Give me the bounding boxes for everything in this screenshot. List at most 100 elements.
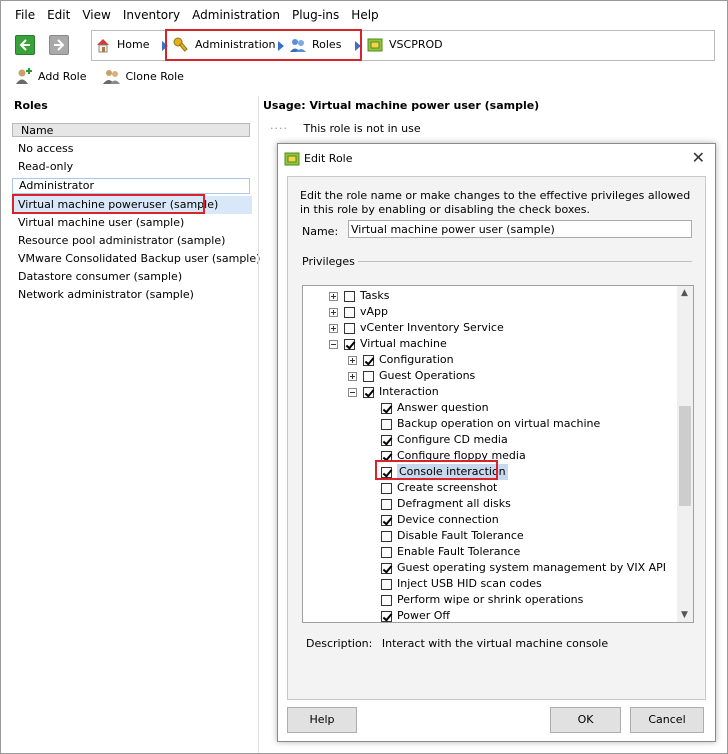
checkbox[interactable]	[344, 290, 355, 302]
application-window: File Edit View Inventory Administration …	[0, 0, 728, 754]
checkbox-checked[interactable]	[381, 514, 392, 526]
expand-icon[interactable]	[348, 371, 357, 381]
collapse-icon[interactable]	[329, 339, 338, 349]
checkbox-checked[interactable]	[381, 562, 392, 574]
role-item[interactable]: Administrator	[12, 178, 250, 194]
checkbox[interactable]	[344, 322, 355, 334]
tree-item-label: Guest Operations	[379, 369, 476, 382]
expand-icon[interactable]	[329, 307, 338, 317]
role-item[interactable]: VMware Consolidated Backup user (sample)	[12, 250, 260, 268]
checkbox[interactable]	[381, 418, 392, 430]
tree-item-privilege[interactable]: Answer question	[381, 400, 489, 416]
scrollbar-thumb[interactable]	[679, 406, 691, 506]
role-item[interactable]: No access	[12, 140, 252, 158]
tree-item-privilege[interactable]: Defragment all disks	[381, 496, 511, 512]
checkbox[interactable]	[381, 498, 392, 510]
role-item[interactable]: Read-only	[12, 158, 252, 176]
tree-item-label: Tasks	[360, 289, 390, 302]
forward-button[interactable]	[49, 35, 69, 55]
tree-item-privilege[interactable]: Configure CD media	[381, 432, 508, 448]
tree-item-vcenter-inventory[interactable]: vCenter Inventory Service	[329, 320, 504, 336]
menu-help[interactable]: Help	[345, 5, 384, 25]
checkbox[interactable]	[381, 530, 392, 542]
role-item[interactable]: Datastore consumer (sample)	[12, 268, 252, 286]
clone-role-button[interactable]: Clone Role	[102, 67, 184, 85]
scroll-down-icon[interactable]: ▼	[681, 610, 688, 620]
tree-item-tasks[interactable]: Tasks	[329, 288, 389, 304]
dialog-title-bar[interactable]: Edit Role ✕	[278, 144, 715, 174]
checkbox-checked[interactable]	[381, 610, 392, 622]
tree-scrollbar[interactable]: ▲ ▼	[677, 286, 693, 622]
tree-item-privilege[interactable]: Device connection	[381, 512, 499, 528]
checkbox[interactable]	[381, 546, 392, 558]
breadcrumb-server[interactable]: VSCPROD	[367, 37, 443, 53]
role-item[interactable]: Resource pool administrator (sample)	[12, 232, 252, 250]
tree-item-label: Answer question	[397, 401, 489, 414]
menu-administration[interactable]: Administration	[186, 5, 286, 25]
expand-icon[interactable]	[329, 291, 338, 301]
checkbox-checked[interactable]	[344, 338, 355, 350]
tree-item-guest-operations[interactable]: Guest Operations	[348, 368, 475, 384]
checkbox-checked[interactable]	[381, 402, 392, 414]
menu-inventory[interactable]: Inventory	[117, 5, 186, 25]
ok-button[interactable]: OK	[550, 707, 621, 733]
dialog-instructions: Edit the role name or make changes to th…	[300, 189, 691, 216]
breadcrumb-home[interactable]: Home	[95, 37, 149, 53]
collapse-icon[interactable]	[348, 387, 357, 397]
tree-item-vapp[interactable]: vApp	[329, 304, 388, 320]
tree-item-interaction[interactable]: Interaction	[348, 384, 439, 400]
expand-icon[interactable]	[348, 355, 357, 365]
toolbar: Add Role Clone Role	[15, 65, 200, 87]
tree-item-privilege[interactable]: Guest operating system management by VIX…	[381, 560, 666, 576]
privileges-label: Privileges	[302, 255, 355, 268]
tree-item-privilege[interactable]: Perform wipe or shrink operations	[381, 592, 583, 608]
role-name-input[interactable]: Virtual machine power user (sample)	[348, 220, 692, 238]
privileges-divider	[358, 261, 692, 262]
tree-item-privilege[interactable]: Enable Fault Tolerance	[381, 544, 520, 560]
help-button[interactable]: Help	[287, 707, 357, 733]
vcenter-server-icon	[367, 38, 383, 52]
tree-item-configuration[interactable]: Configuration	[348, 352, 454, 368]
tree-item-label: Power Off	[397, 609, 450, 622]
add-role-button[interactable]: Add Role	[15, 67, 87, 85]
checkbox[interactable]	[381, 482, 392, 494]
checkbox[interactable]	[344, 306, 355, 318]
close-icon[interactable]: ✕	[692, 150, 705, 166]
menu-plugins[interactable]: Plug-ins	[286, 5, 345, 25]
tree-item-privilege[interactable]: Power Off	[381, 608, 450, 622]
roles-pane-title: Roles	[14, 99, 48, 112]
expand-icon[interactable]	[329, 323, 338, 333]
cancel-button[interactable]: Cancel	[630, 707, 704, 733]
tree-item-privilege[interactable]: Disable Fault Tolerance	[381, 528, 524, 544]
tree-item-virtual-machine[interactable]: Virtual machine	[329, 336, 447, 352]
tree-item-privilege[interactable]: Create screenshot	[381, 480, 497, 496]
tree-item-label: Backup operation on virtual machine	[397, 417, 601, 430]
menu-edit[interactable]: Edit	[41, 5, 76, 25]
checkbox[interactable]	[363, 370, 374, 382]
menu-view[interactable]: View	[76, 5, 116, 25]
usage-title: Usage: Virtual machine power user (sampl…	[263, 99, 540, 112]
tree-item-label: Configure CD media	[397, 433, 508, 446]
back-button[interactable]	[15, 35, 35, 55]
scroll-up-icon[interactable]: ▲	[681, 288, 688, 298]
pane-divider[interactable]	[258, 96, 259, 753]
menu-file[interactable]: File	[2, 5, 41, 25]
column-header-name[interactable]: Name	[12, 123, 250, 137]
name-label: Name:	[302, 225, 339, 238]
tree-item-label: Virtual machine	[360, 337, 447, 350]
tree-item-label: Device connection	[397, 513, 499, 526]
tree-item-privilege[interactable]: Backup operation on virtual machine	[381, 416, 600, 432]
checkbox[interactable]	[381, 594, 392, 606]
clone-role-icon	[102, 70, 120, 84]
checkbox-checked[interactable]	[363, 386, 374, 398]
checkbox-checked[interactable]	[381, 434, 392, 446]
arrow-left-icon	[19, 39, 30, 51]
tree-item-privilege[interactable]: Inject USB HID scan codes	[381, 576, 542, 592]
role-item[interactable]: Virtual machine user (sample)	[12, 214, 252, 232]
checkbox-checked[interactable]	[363, 354, 374, 366]
menu-bar: File Edit View Inventory Administration …	[2, 5, 385, 25]
checkbox[interactable]	[381, 578, 392, 590]
description: Description: Interact with the virtual m…	[306, 637, 608, 650]
breadcrumb-server-label: VSCPROD	[389, 38, 443, 51]
role-item[interactable]: Network administrator (sample)	[12, 286, 252, 304]
